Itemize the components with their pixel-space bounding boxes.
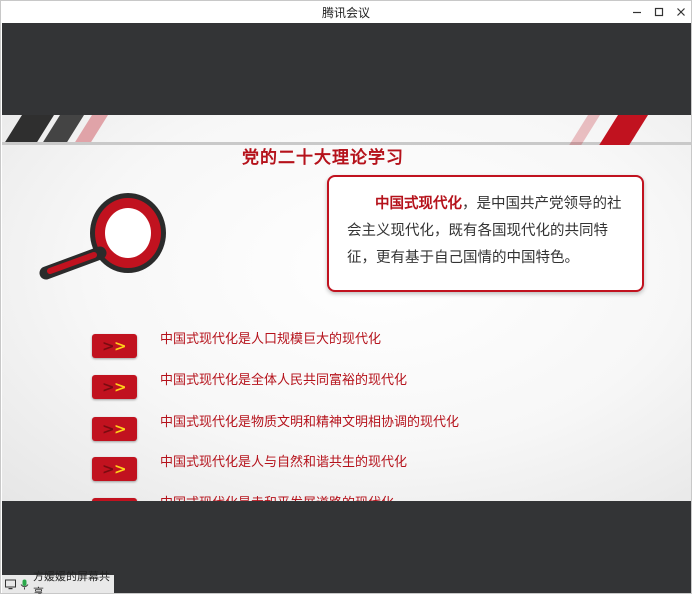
minimize-button[interactable] <box>627 3 647 21</box>
callout-highlight: 中国式现代化 <box>375 196 462 212</box>
minimize-icon <box>633 11 641 14</box>
screen-share-viewer[interactable]: 党的二十大理论学习 中国式现代化，是中国共产党领导的社会主义现代化，既有各国现代… <box>2 23 691 593</box>
point-text: 中国式现代化是物质文明和精神文明相协调的现代化 <box>160 415 460 430</box>
title-bar[interactable]: 腾讯会议 <box>1 1 691 23</box>
chevron-bullet-icon: >> <box>92 334 137 358</box>
definition-callout: 中国式现代化，是中国共产党领导的社会主义现代化，既有各国现代化的共同特征，更有基… <box>327 175 644 292</box>
point-item: > > 中国式现代化是人口规模巨大的现代化 <box>92 332 652 360</box>
slide-title: 党的二十大理论学习 <box>242 148 404 168</box>
magnifier-icon <box>39 193 166 280</box>
microphone-icon[interactable] <box>19 579 30 590</box>
point-item: >> 中国式现代化是走和平发展道路的现代化 <box>92 496 652 501</box>
header-stripes <box>2 115 691 145</box>
share-label: 方媛媛的屏幕共享 <box>33 570 110 594</box>
maximize-icon <box>654 7 664 17</box>
point-text: 中国式现代化是全体人民共同富裕的现代化 <box>160 373 408 388</box>
point-item: > > 中国式现代化是人与自然和谐共生的现代化 <box>92 455 652 483</box>
chevron-bullet-icon: >> <box>92 498 137 501</box>
chevron-bullet-icon: >> <box>92 375 137 399</box>
app-window: 腾讯会议 党的二十大理论学习 中国式现代化，是中国共产党领导的社会主义现代化，既… <box>0 0 692 594</box>
chevron-bullet-icon: >> <box>92 457 137 481</box>
point-text: 中国式现代化是人口规模巨大的现代化 <box>160 332 382 347</box>
screen-share-status[interactable]: 方媛媛的屏幕共享 <box>2 570 114 594</box>
point-item: > > 中国式现代化是全体人民共同富裕的现代化 <box>92 373 652 401</box>
close-button[interactable] <box>671 3 691 21</box>
maximize-button[interactable] <box>649 3 669 21</box>
point-item: > > 中国式现代化是物质文明和精神文明相协调的现代化 <box>92 415 652 443</box>
close-icon <box>677 8 685 16</box>
chevron-bullet-icon: >> <box>92 417 137 441</box>
window-title: 腾讯会议 <box>321 6 370 20</box>
screen-share-icon[interactable] <box>5 579 16 590</box>
point-text: 中国式现代化是走和平发展道路的现代化 <box>160 492 394 501</box>
point-text: 中国式现代化是人与自然和谐共生的现代化 <box>160 455 408 470</box>
shared-slide: 党的二十大理论学习 中国式现代化，是中国共产党领导的社会主义现代化，既有各国现代… <box>2 115 691 501</box>
